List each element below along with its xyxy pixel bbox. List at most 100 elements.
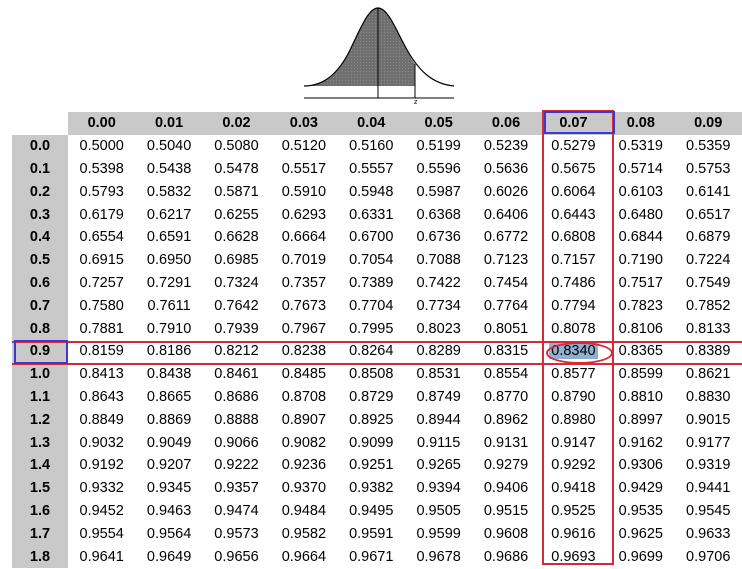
row-header: 0.7 — [12, 294, 68, 318]
table-cell: 0.6480 — [618, 206, 663, 223]
row-header: 0.4 — [12, 225, 68, 249]
table-cell: 0.9608 — [483, 525, 529, 542]
table-cell: 0.8665 — [146, 388, 192, 405]
row-header: 1.4 — [12, 453, 68, 477]
row-header: 1.6 — [12, 499, 68, 523]
table-cell: 0.6950 — [146, 252, 192, 269]
table-cell: 0.5714 — [618, 160, 663, 177]
table-cell: 0.9236 — [281, 457, 327, 474]
row-header: 1.8 — [12, 545, 68, 568]
table-cell: 0.8508 — [349, 366, 394, 383]
table-cell: 0.6772 — [483, 229, 529, 246]
table-cell: 0.7324 — [214, 274, 259, 291]
row-header: 1.0 — [12, 362, 68, 386]
table-cell: 0.9599 — [416, 525, 461, 542]
table-cell: 0.9633 — [686, 525, 731, 542]
table-cell: 0.7422 — [416, 274, 461, 291]
table-cell: 0.7157 — [551, 252, 596, 269]
table-cell: 0.8962 — [483, 411, 529, 428]
table-cell: 0.7088 — [416, 252, 461, 269]
table-cell: 0.7611 — [147, 297, 191, 314]
table-cell: 0.8849 — [79, 411, 124, 428]
table-cell: 0.9265 — [416, 457, 461, 474]
table-cell: 0.9394 — [416, 480, 461, 497]
z-label: z — [414, 99, 418, 106]
table-cell: 0.5279 — [551, 138, 596, 155]
row-header: 1.1 — [12, 385, 68, 409]
table-cell: 0.5832 — [146, 183, 192, 200]
answer-cell: 0.8340 — [540, 340, 607, 363]
table-cell: 0.9292 — [551, 457, 596, 474]
table-cell: 0.9049 — [146, 434, 192, 451]
table-cell: 0.9192 — [79, 457, 124, 474]
row-header: 0.9 — [12, 339, 68, 363]
table-cell: 0.9131 — [483, 434, 529, 451]
table-cell: 0.5199 — [416, 138, 461, 155]
table-cell: 0.8708 — [281, 388, 327, 405]
table-cell: 0.9545 — [686, 502, 731, 519]
table-cell: 0.5120 — [281, 138, 327, 155]
table-cell: 0.6026 — [483, 183, 529, 200]
table-cell: 0.5000 — [79, 138, 124, 155]
table-cell: 0.8264 — [349, 343, 394, 360]
table-cell: 0.9251 — [349, 457, 394, 474]
answer-value: 0.8340 — [549, 343, 598, 360]
table-cell: 0.9474 — [214, 502, 259, 519]
table-row: 0.6 0.7257 0.7291 0.7324 0.7357 0.7389 0.7422 0… — [12, 271, 742, 295]
row-header: 0.1 — [12, 157, 68, 181]
table-cell: 0.5753 — [686, 160, 731, 177]
row-header: 0.8 — [12, 317, 68, 340]
table-cell: 0.9162 — [618, 434, 663, 451]
header-row: 0.00 0.01 0.02 0.03 0.04 0.05 0.06 0.07 0.08 0.09 — [12, 112, 742, 135]
row-header: 0.5 — [12, 248, 68, 272]
table-cell: 0.6700 — [349, 229, 394, 246]
table-cell: 0.8554 — [483, 366, 529, 383]
table-cell: 0.9099 — [349, 434, 394, 451]
table-cell: 0.9495 — [349, 502, 394, 519]
table-cell: 0.6736 — [416, 229, 461, 246]
row-header: 1.7 — [12, 522, 68, 546]
table-cell: 0.9418 — [551, 480, 596, 497]
table-cell: 0.6064 — [551, 183, 596, 200]
table-cell: 0.6255 — [214, 206, 259, 223]
table-cell: 0.6179 — [79, 206, 124, 223]
table-cell: 0.5160 — [349, 138, 394, 155]
table-cell: 0.7054 — [349, 252, 394, 269]
table-cell: 0.7517 — [618, 274, 663, 291]
table-cell: 0.9015 — [686, 411, 731, 428]
table-cell: 0.6443 — [551, 206, 596, 223]
table-cell: 0.8925 — [349, 411, 394, 428]
table-cell: 0.9279 — [483, 457, 529, 474]
row-header: 1.2 — [12, 408, 68, 432]
table-cell: 0.7881 — [79, 320, 124, 337]
table-cell: 0.8413 — [79, 366, 124, 383]
table-cell: 0.5948 — [349, 183, 394, 200]
table-cell: 0.7642 — [214, 297, 259, 314]
table-cell: 0.5438 — [146, 160, 192, 177]
row-header: 1.5 — [12, 476, 68, 500]
table-cell: 0.9319 — [686, 457, 731, 474]
row-header: 0.3 — [12, 203, 68, 226]
table-cell: 0.9671 — [349, 548, 394, 565]
z-table: 0.00 0.01 0.02 0.03 0.04 0.05 0.06 0.07 0.08 0.09… — [12, 112, 742, 568]
table-cell: 0.8944 — [416, 411, 461, 428]
table-cell: 0.8997 — [618, 411, 663, 428]
table-cell: 0.9535 — [618, 502, 663, 519]
table-cell: 0.6985 — [214, 252, 259, 269]
table-cell: 0.6141 — [686, 183, 731, 200]
normal-curve-figure: z — [303, 7, 455, 106]
table-cell: 0.9484 — [281, 502, 327, 519]
column-header: 0.02 — [202, 112, 271, 135]
table-cell: 0.9306 — [618, 457, 663, 474]
table-cell: 0.8599 — [618, 366, 663, 383]
table-cell: 0.9357 — [214, 480, 259, 497]
table-cell: 0.9370 — [281, 480, 327, 497]
table-cell: 0.7549 — [686, 274, 731, 291]
table-row: 1.5 0.9332 0.9345 0.9357 0.9370 0.9382 0.9394 0… — [12, 476, 742, 500]
table-cell: 0.9641 — [79, 548, 124, 565]
table-cell: 0.5319 — [618, 138, 663, 155]
table-cell: 0.9147 — [551, 434, 596, 451]
table-cell: 0.9332 — [79, 480, 124, 497]
table-cell: 0.6591 — [146, 229, 192, 246]
table-cell: 0.6915 — [79, 252, 124, 269]
